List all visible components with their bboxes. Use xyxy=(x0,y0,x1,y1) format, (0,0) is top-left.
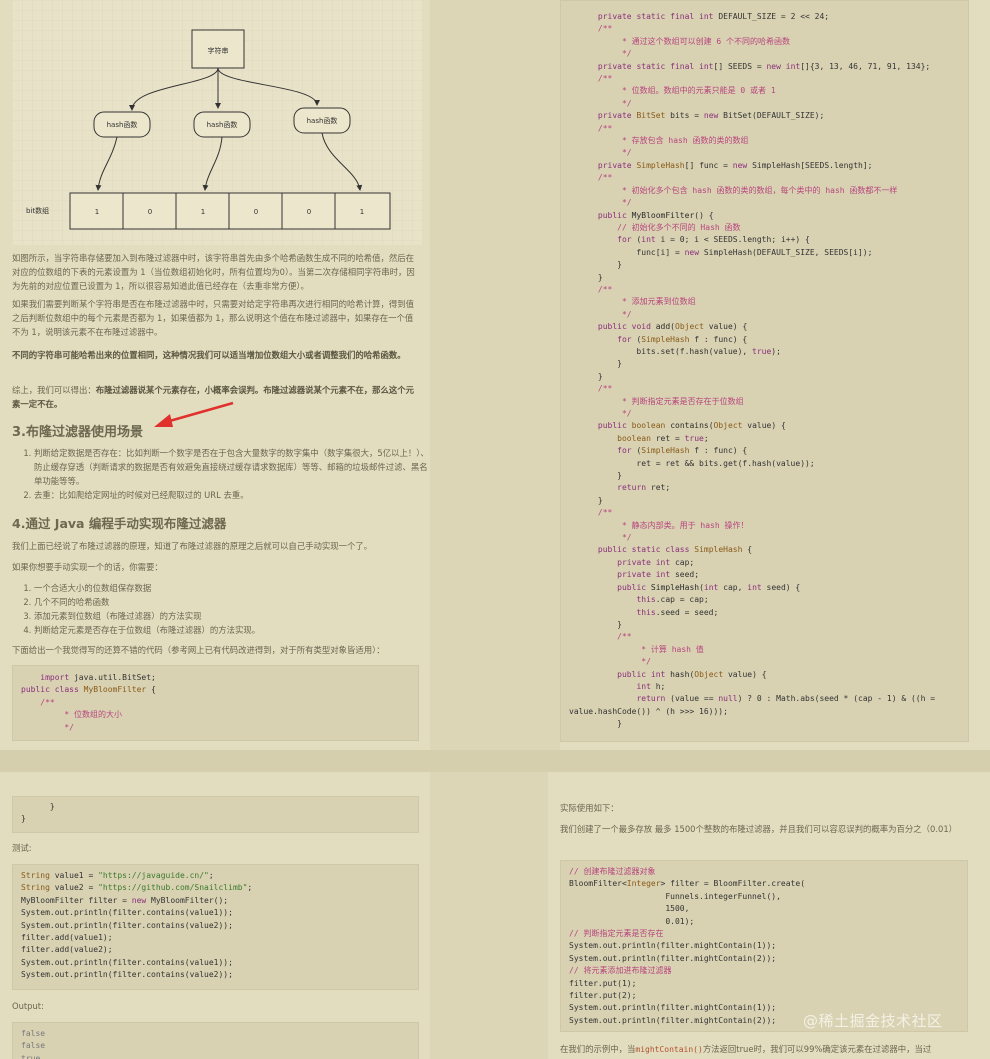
code-text: String value1 = "https://javaguide.cn/";… xyxy=(21,871,253,980)
output-line: false xyxy=(21,1041,46,1051)
footer-text: 在我们的示例中，当mightContain()方法返回true时，我们可以99%… xyxy=(560,1042,985,1056)
para-collision: 不同的字符串可能哈希出来的位置相同，这种情况我们可以适当增加位数组大小或者调整我… xyxy=(12,350,406,360)
list-item: 几个不同的哈希函数 xyxy=(34,595,430,609)
list-item: 去重：比如爬给定网址的时候对已经爬取过的 URL 去重。 xyxy=(34,488,430,502)
output-text: false false true xyxy=(13,1023,418,1059)
bit-1: 0 xyxy=(148,208,152,216)
red-arrow-icon xyxy=(154,401,234,427)
string-node-label: 字符串 xyxy=(208,46,229,55)
output-line: false xyxy=(21,1029,46,1038)
list-item: 添加元素到位数组（布隆过滤器）的方法实现 xyxy=(34,609,430,623)
footer-prefix: 在我们的示例中，当 xyxy=(560,1044,636,1054)
watermark: @稀土掘金技术社区 xyxy=(803,1012,943,1030)
code-text: // 创建布隆过滤器对象 BloomFilter<Integer> filter… xyxy=(569,867,806,1025)
code-block-main: private static final int DEFAULT_SIZE = … xyxy=(560,0,969,742)
hash-node-2-label: hash函数 xyxy=(207,120,238,129)
page-top-right: private static final int DEFAULT_SIZE = … xyxy=(560,0,990,750)
footer-inline-code: mightContain() xyxy=(635,1045,703,1054)
code-block-guava: // 创建布隆过滤器对象 BloomFilter<Integer> filter… xyxy=(560,860,968,1032)
code-text: import java.util.BitSet; public class My… xyxy=(21,673,156,732)
heading-java-impl: 4.通过 Java 编程手动实现布隆过滤器 xyxy=(12,516,227,531)
usage-label: 实际使用如下： xyxy=(560,803,619,813)
bloom-filter-diagram: 字符串 hash函数 hash函数 hash函数 bit数组 1 0 1 0 0… xyxy=(12,0,422,245)
para-check-membership: 如果我们需要判断某个字符串是否在布隆过滤器中时，只需要对给定字符串再次进行相同的… xyxy=(12,299,414,337)
list-item: 判断给定数据是否存在：比如判断一个数字是否在于包含大量数字的数字集中（数字集很大… xyxy=(34,446,430,488)
code-block-output: false false true xyxy=(12,1022,419,1059)
list-item: 一个合适大小的位数组保存数据 xyxy=(34,581,430,595)
para-intro-impl: 我们上面已经说了布隆过滤器的原理，知道了布隆过滤器的原理之后就可以自己手动实现一… xyxy=(12,541,373,551)
para-how-it-works: 如图所示，当字符串存储要加入到布隆过滤器中时，该字符串首先由多个哈希函数生成不同… xyxy=(12,253,415,291)
hash-node-1-label: hash函数 xyxy=(107,120,138,129)
test-label: 测试: xyxy=(12,843,32,853)
footer-suffix: 方法返回true时，我们可以99%确定该元素在过滤器中，当过 xyxy=(702,1044,932,1054)
page-top-left: 字符串 hash函数 hash函数 hash函数 bit数组 1 0 1 0 0… xyxy=(0,0,430,750)
para-code-intro: 下面给出一个我觉得写的还算不错的代码（参考网上已有代码改进得到，对于所有类型对象… xyxy=(12,645,385,655)
page-bottom-left: } } 测试: String value1 = "https://javagui… xyxy=(0,772,430,1059)
output-line: true xyxy=(21,1053,41,1059)
needs-list: 一个合适大小的位数组保存数据 几个不同的哈希函数 添加元素到位数组（布隆过滤器）… xyxy=(12,581,430,637)
bit-array: 1 0 1 0 0 1 xyxy=(69,192,391,230)
summary-prefix: 综上，我们可以得出： xyxy=(12,385,96,395)
bit-2: 1 xyxy=(201,208,205,216)
use-cases-list: 判断给定数据是否存在：比如判断一个数字是否在于包含大量数字的数字集中（数字集很大… xyxy=(12,446,430,502)
usage-description: 我们创建了一个最多存放 最多 1500个整数的布隆过滤器，并且我们可以容忍误判的… xyxy=(560,824,958,834)
bit-3: 0 xyxy=(254,208,258,216)
page-separator xyxy=(0,750,990,772)
code-text: } } xyxy=(21,802,55,824)
bit-array-label: bit数组 xyxy=(26,206,49,215)
bit-0: 1 xyxy=(95,208,99,216)
bit-5: 1 xyxy=(360,208,364,216)
para-you-need: 如果你想要手动实现一个的话，你需要： xyxy=(12,562,163,572)
code-text: private static final int DEFAULT_SIZE = … xyxy=(569,12,936,729)
code-block-header: import java.util.BitSet; public class My… xyxy=(12,665,419,741)
hash-node-3-label: hash函数 xyxy=(307,116,338,125)
heading-use-cases: 3.布隆过滤器使用场景 xyxy=(12,425,143,440)
page-bottom-right: 实际使用如下： 我们创建了一个最多存放 最多 1500个整数的布隆过滤器，并且我… xyxy=(548,772,990,1059)
code-block-close: } } xyxy=(12,796,419,833)
output-label: Output: xyxy=(12,1001,44,1011)
list-item: 判断给定元素是否存在于位数组（布隆过滤器）的方法实现。 xyxy=(34,623,430,637)
bit-4: 0 xyxy=(307,208,311,216)
code-block-test: String value1 = "https://javaguide.cn/";… xyxy=(12,864,419,990)
